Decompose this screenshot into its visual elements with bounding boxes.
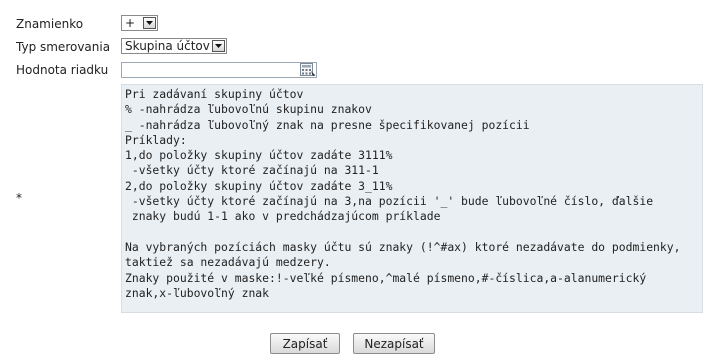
required-mark: * xyxy=(16,191,22,205)
chevron-down-icon[interactable] xyxy=(212,40,225,52)
help-line: -všetky účty ktoré začínajú na 3,na pozí… xyxy=(125,194,654,209)
help-line: Pri zadávaní skupiny účtov xyxy=(125,87,304,101)
row-value-input[interactable] xyxy=(121,62,317,78)
help-line: 2,do položky skupiny účtov zadáte 3_11% xyxy=(125,178,393,193)
help-line: -všetky účty ktoré začínajú na 311-1 xyxy=(125,163,379,178)
sign-select[interactable]: + xyxy=(121,15,158,31)
help-line: znaky budú 1-1 ako v predchádzajúcom prí… xyxy=(125,209,441,224)
direction-type-select[interactable]: Skupina účtov xyxy=(121,38,227,54)
direction-type-label: Typ smerovania xyxy=(16,40,111,54)
help-line: 1,do položky skupiny účtov zadáte 3111% xyxy=(125,148,393,163)
sign-select-value: + xyxy=(125,16,136,30)
chevron-down-icon[interactable] xyxy=(143,17,156,29)
help-line: % -nahrádza ľubovoľnú skupinu znakov xyxy=(125,102,372,117)
save-button[interactable]: Zapísať xyxy=(270,333,340,354)
help-line: taktiež sa nezadávajú medzery. xyxy=(125,255,331,270)
help-line xyxy=(125,225,702,240)
help-line: _ -nahrádza ľubovoľný znak na presne špe… xyxy=(125,117,530,132)
direction-type-select-value: Skupina účtov xyxy=(125,39,210,53)
help-line: znak,x-ľubovoľný znak xyxy=(125,285,270,300)
calculator-icon[interactable] xyxy=(300,63,316,77)
help-line: Znaky použité v maske:!-veľké písmeno,^m… xyxy=(125,270,647,285)
row-value-label: Hodnota riadku xyxy=(16,63,109,77)
help-text-area: Pri zadávaní skupiny účtov% -nahrádza ľu… xyxy=(121,84,703,313)
help-line: Príklady: xyxy=(125,132,187,147)
help-line: Na vybraných pozíciách masky účtu sú zna… xyxy=(125,239,681,254)
cancel-button[interactable]: Nezapísať xyxy=(353,333,435,354)
sign-label: Znamienko xyxy=(16,17,84,31)
